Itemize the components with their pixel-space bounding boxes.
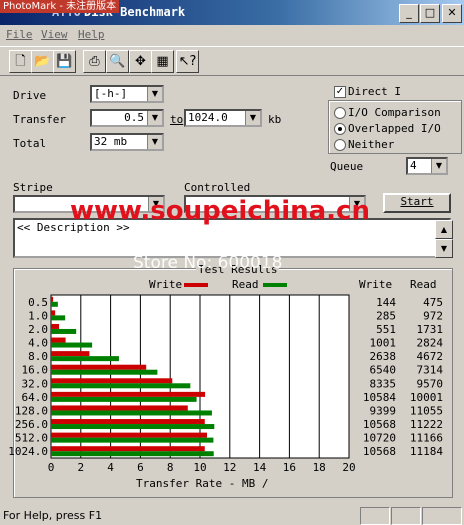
y-tick-label: 1024.0 — [8, 445, 48, 458]
bar-write — [51, 405, 188, 411]
write-value-label: 1001 — [370, 337, 397, 350]
x-tick-label: 8 — [167, 461, 174, 474]
y-tick-label: 1.0 — [28, 309, 48, 322]
write-value-label: 285 — [376, 309, 396, 322]
bar-read — [51, 396, 197, 402]
x-tick-label: 6 — [137, 461, 144, 474]
bar-write — [51, 323, 60, 329]
bar-read — [51, 383, 191, 389]
read-value-label: 9570 — [417, 377, 444, 390]
x-tick-label: 18 — [313, 461, 326, 474]
bar-read — [51, 342, 93, 348]
read-value-label: 7314 — [417, 364, 444, 377]
status-panel-2 — [391, 507, 421, 525]
bar-write — [51, 446, 205, 452]
status-help-text: For Help, press F1 — [3, 509, 103, 522]
bar-read — [51, 424, 215, 430]
read-value-label: 475 — [423, 296, 443, 309]
x-tick-label: 20 — [342, 461, 355, 474]
status-panel-1 — [360, 507, 390, 525]
write-value-label: 2638 — [370, 350, 397, 363]
bar-read — [51, 315, 66, 321]
y-tick-label: 4.0 — [28, 337, 48, 350]
read-value-label: 11055 — [410, 404, 443, 417]
write-value-label: 10720 — [363, 432, 396, 445]
read-value-label: 11222 — [410, 418, 443, 431]
x-tick-label: 14 — [253, 461, 267, 474]
x-tick-label: 12 — [223, 461, 236, 474]
x-tick-label: 16 — [283, 461, 296, 474]
y-tick-label: 128.0 — [15, 404, 48, 417]
bar-write — [51, 337, 66, 343]
y-tick-label: 32.0 — [22, 377, 49, 390]
write-value-label: 144 — [376, 296, 396, 309]
write-value-label: 10568 — [363, 445, 396, 458]
bar-write — [51, 296, 54, 302]
bar-write — [51, 419, 205, 425]
bar-read — [51, 301, 58, 307]
y-tick-label: 8.0 — [28, 350, 48, 363]
bar-write — [51, 378, 173, 384]
write-value-label: 10584 — [363, 391, 396, 404]
x-tick-label: 10 — [193, 461, 206, 474]
read-value-label: 1731 — [417, 323, 444, 336]
y-tick-label: 16.0 — [22, 364, 49, 377]
bar-write — [51, 351, 90, 357]
read-value-label: 2824 — [417, 337, 444, 350]
read-value-label: 10001 — [410, 391, 443, 404]
write-value-label: 551 — [376, 323, 396, 336]
y-tick-label: 512.0 — [15, 432, 48, 445]
x-axis-label: Transfer Rate - MB / — [136, 477, 269, 490]
write-value-label: 10568 — [363, 418, 396, 431]
status-bar: For Help, press F1 — [0, 505, 464, 525]
bar-read — [51, 451, 214, 457]
read-value-label: 11166 — [410, 432, 443, 445]
bar-write — [51, 364, 147, 370]
x-tick-label: 0 — [48, 461, 55, 474]
bar-read — [51, 356, 119, 362]
write-value-label: 9399 — [370, 404, 397, 417]
x-tick-label: 2 — [77, 461, 84, 474]
status-panel-3 — [422, 507, 462, 525]
bar-read — [51, 328, 77, 334]
read-value-label: 11184 — [410, 445, 443, 458]
read-value-label: 4672 — [417, 350, 444, 363]
bar-write — [51, 391, 206, 397]
bar-write — [51, 432, 208, 438]
y-tick-label: 64.0 — [22, 391, 49, 404]
y-tick-label: 256.0 — [15, 418, 48, 431]
read-value-label: 972 — [423, 309, 443, 322]
y-tick-label: 2.0 — [28, 323, 48, 336]
write-value-label: 8335 — [370, 377, 397, 390]
bar-read — [51, 369, 158, 375]
watermark-store: Store No: 600018 — [133, 253, 283, 273]
y-tick-label: 0.5 — [28, 296, 48, 309]
bar-write — [51, 310, 56, 316]
bar-read — [51, 410, 212, 416]
x-tick-label: 4 — [107, 461, 114, 474]
write-value-label: 6540 — [370, 364, 397, 377]
bar-read — [51, 437, 214, 443]
watermark-url: www.soupeichina.cn — [70, 196, 370, 226]
